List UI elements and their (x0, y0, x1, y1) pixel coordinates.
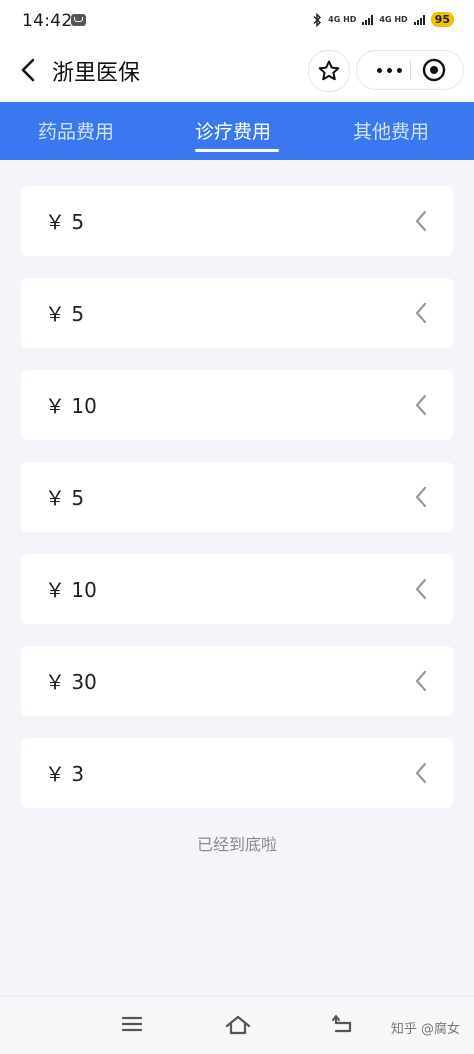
active-tab-indicator (195, 149, 279, 152)
star-icon (318, 60, 340, 81)
end-of-list-text: 已经到底啦 (196, 835, 277, 854)
list-item[interactable]: ￥ 5 (21, 278, 453, 348)
menu-icon[interactable] (120, 1013, 144, 1035)
chevron-left-icon (415, 486, 427, 508)
list-item[interactable]: ￥ 3 (21, 738, 453, 808)
page-title: 浙里医保 (52, 61, 141, 86)
message-icon (71, 14, 86, 26)
item-amount: ￥ 30 (45, 670, 97, 694)
chevron-left-icon (415, 578, 427, 600)
system-nav-bar: 知乎 @腐女 (0, 996, 474, 1054)
battery-icon: 95 (430, 12, 454, 27)
tab-treatment-fees[interactable]: 诊疗费用 (195, 117, 271, 144)
list-item[interactable]: ￥ 10 (21, 554, 453, 624)
chevron-left-icon (415, 762, 427, 784)
watermark: 知乎 @腐女 (390, 1022, 460, 1037)
list-item[interactable]: ￥ 10 (21, 370, 453, 440)
back-arrow-icon[interactable] (16, 56, 44, 84)
item-amount: ￥ 3 (45, 762, 85, 786)
tab-drug-fees[interactable]: 药品费用 (38, 117, 114, 144)
tab-other-fees[interactable]: 其他费用 (353, 117, 429, 144)
network-indicator-1: 4G HD (328, 14, 357, 24)
status-indicators: 4G HD 4G HD 95 (312, 12, 454, 27)
app-header: 浙里医保 (0, 40, 474, 102)
status-time: 14:42 (22, 11, 73, 31)
chevron-left-icon (415, 394, 427, 416)
more-dots-icon (376, 67, 382, 73)
fee-list: ￥ 5 ￥ 5 ￥ 10 ￥ 5 ￥ 10 ￥ 30 ￥ 3 (21, 186, 453, 830)
close-target-icon[interactable] (421, 57, 447, 83)
signal-icon (362, 14, 374, 25)
item-amount: ￥ 5 (45, 210, 85, 234)
more-button[interactable] (369, 60, 409, 80)
item-amount: ￥ 5 (45, 486, 85, 510)
bluetooth-icon (313, 12, 322, 27)
home-icon[interactable] (224, 1013, 252, 1037)
item-amount: ￥ 10 (45, 578, 97, 602)
list-item[interactable]: ￥ 30 (21, 646, 453, 716)
capsule-divider (410, 60, 411, 80)
chevron-left-icon (415, 210, 427, 232)
network-indicator-2: 4G HD (379, 14, 408, 24)
back-nav-icon[interactable] (330, 1013, 356, 1035)
tab-bar: 药品费用 诊疗费用 其他费用 (0, 102, 474, 160)
list-item[interactable]: ￥ 5 (21, 186, 453, 256)
signal-icon (413, 14, 425, 25)
item-amount: ￥ 5 (45, 302, 85, 326)
favorite-button[interactable] (308, 50, 350, 92)
chevron-left-icon (415, 302, 427, 324)
item-amount: ￥ 10 (45, 394, 97, 418)
chevron-left-icon (415, 670, 427, 692)
miniprogram-capsule (356, 50, 464, 90)
list-item[interactable]: ￥ 5 (21, 462, 453, 532)
status-bar: 14:42 4G HD 4G HD 95 (0, 0, 474, 40)
